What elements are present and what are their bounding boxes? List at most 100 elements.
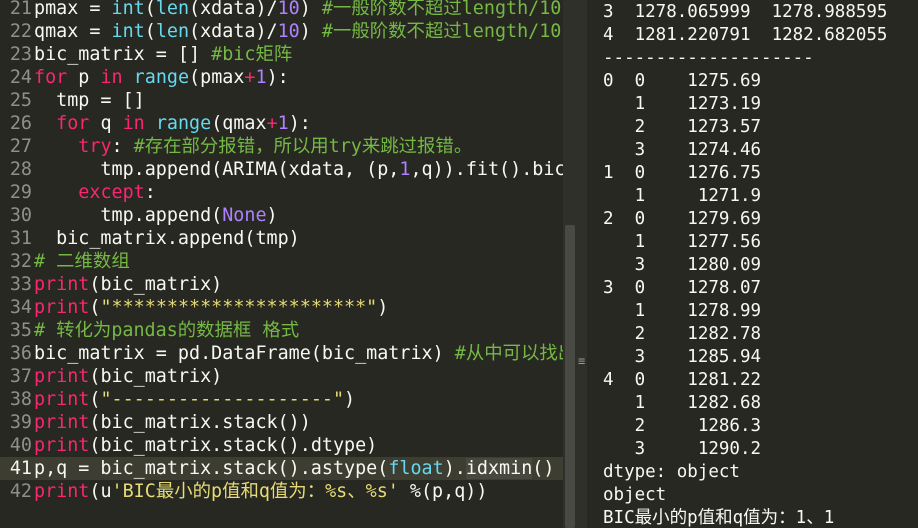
line-number: 26: [9, 113, 32, 134]
code-text[interactable]: print(bic_matrix.stack()): [34, 412, 311, 433]
splitter-grip-icon[interactable]: ≡: [578, 355, 585, 367]
code-line[interactable]: 24 for p in range(pmax+1):: [0, 66, 289, 89]
code-line[interactable]: 41 p,q = bic_matrix.stack().astype(float)…: [0, 457, 563, 480]
code-token: len: [155, 0, 190, 19]
code-text[interactable]: tmp.append(None): [34, 205, 277, 226]
code-text[interactable]: except:: [34, 182, 156, 203]
code-line[interactable]: 31 bic_matrix.append(tmp): [0, 227, 300, 250]
console-line: object: [603, 485, 667, 505]
code-token: +: [266, 113, 278, 134]
code-text[interactable]: # 二维数组: [34, 251, 130, 272]
code-line[interactable]: 35 # 转化为pandas的数据框 格式: [0, 319, 299, 342]
code-line[interactable]: 29 except:: [0, 181, 156, 204]
code-line[interactable]: 40 print(bic_matrix.stack().dtype): [0, 434, 377, 457]
code-text[interactable]: print("--------------------"): [34, 389, 355, 410]
code-line[interactable]: 27 try: #存在部分报错，所以用try来跳过报错。: [0, 135, 472, 158]
code-text[interactable]: print(bic_matrix): [34, 366, 222, 387]
code-token: (bic_matrix): [89, 366, 223, 387]
code-line[interactable]: 30 tmp.append(None): [0, 204, 278, 227]
code-token: (bic_matrix.stack()): [89, 412, 311, 433]
console-line: 2 1286.3: [603, 416, 762, 436]
code-token: :: [144, 182, 156, 203]
code-line[interactable]: 25 tmp = []: [0, 89, 145, 112]
code-token: print: [34, 435, 90, 456]
code-token: p: [67, 67, 101, 88]
editor-scrollbar[interactable]: [565, 225, 575, 528]
code-text[interactable]: try: #存在部分报错，所以用try来跳过报错。: [34, 136, 472, 157]
code-token: int: [111, 21, 145, 42]
code-text[interactable]: bic_matrix.append(tmp): [34, 228, 300, 249]
code-text[interactable]: qmax = int(len(xdata)/10) #一般阶数不超过length…: [34, 21, 561, 42]
code-line[interactable]: 38 print("--------------------"): [0, 388, 355, 411]
code-token: (: [89, 389, 101, 410]
code-text[interactable]: tmp = []: [34, 90, 145, 111]
code-line[interactable]: 21 pmax = int(len(xdata)/10) #一般阶数不超过leng…: [0, 0, 562, 20]
code-token: ):: [266, 67, 289, 88]
line-number: 22: [9, 21, 32, 42]
code-token: 1: [255, 67, 267, 88]
code-line[interactable]: 23 bic_matrix = [] #bic矩阵: [0, 43, 292, 66]
code-token: bic_matrix = []: [34, 44, 212, 65]
line-number: 27: [9, 136, 32, 157]
code-text[interactable]: print(bic_matrix.stack().dtype): [34, 435, 377, 456]
code-token: (: [144, 21, 156, 42]
code-line[interactable]: 32 # 二维数组: [0, 250, 130, 273]
console-line: 3 1290.2: [603, 439, 762, 459]
console-line: 1 1278.99: [603, 301, 762, 321]
code-line[interactable]: 26 for q in range(qmax+1):: [0, 112, 311, 135]
code-token: %(p,q)): [398, 481, 488, 502]
code-token: 10: [277, 21, 300, 42]
console-line: 3 1274.46: [603, 140, 762, 160]
console-line: 2 0 1279.69: [603, 209, 762, 229]
code-line[interactable]: 22 qmax = int(len(xdata)/10) #一般阶数不超过leng…: [0, 20, 562, 43]
console-line: 1 1271.9: [603, 186, 762, 206]
console-line: BIC最小的p值和q值为：1、1: [603, 508, 835, 528]
code-token: idxmin: [465, 458, 533, 479]
code-line[interactable]: 42 print(u'BIC最小的p值和q值为：%s、%s' %(p,q)): [0, 480, 488, 503]
code-editor[interactable]: 21 pmax = int(len(xdata)/10) #一般阶数不超过leng…: [0, 0, 563, 528]
line-number: 28: [9, 159, 32, 180]
line-number: 29: [9, 182, 32, 203]
code-text[interactable]: for q in range(qmax+1):: [34, 113, 311, 134]
line-number: 23: [9, 44, 32, 65]
code-line[interactable]: 37 print(bic_matrix): [0, 365, 222, 388]
code-token: (pmax: [189, 67, 245, 88]
code-text[interactable]: bic_matrix = pd.DataFrame(bic_matrix) #从…: [34, 343, 563, 364]
code-token: print: [34, 412, 90, 433]
console-line: 3 1278.065999 1278.988595: [603, 2, 888, 22]
console-line: 3 0 1278.07: [603, 278, 762, 298]
code-text[interactable]: pmax = int(len(xdata)/10) #一般阶数不超过length…: [34, 0, 561, 19]
code-text[interactable]: print(u'BIC最小的p值和q值为：%s、%s' %(p,q)): [34, 481, 487, 502]
code-text[interactable]: for p in range(pmax+1):: [34, 67, 289, 88]
code-token: int: [111, 0, 145, 19]
code-line[interactable]: 33 print(bic_matrix): [0, 273, 222, 296]
code-token: print: [34, 297, 90, 318]
console-line: 1 1273.19: [603, 94, 762, 114]
code-token: range: [133, 67, 190, 88]
code-text[interactable]: # 转化为pandas的数据框 格式: [34, 320, 299, 341]
code-token: (): [532, 458, 555, 479]
line-number: 39: [9, 412, 32, 433]
code-line[interactable]: 28 tmp.append(ARIMA(xdata, (p,1,q)).fit(…: [0, 158, 563, 181]
code-text[interactable]: print("***********************"): [34, 297, 388, 318]
code-line[interactable]: 34 print("***********************"): [0, 296, 389, 319]
code-token: (xdata)/: [189, 0, 278, 19]
code-line[interactable]: 36 bic_matrix = pd.DataFrame(bic_matrix) …: [0, 342, 563, 365]
line-number: 42: [9, 481, 32, 502]
code-comment: #一般阶数不超过length/10: [321, 21, 562, 42]
code-text[interactable]: bic_matrix = [] #bic矩阵: [34, 44, 292, 65]
code-token: pmax =: [34, 0, 112, 19]
code-token: ):: [288, 113, 311, 134]
code-token: print: [34, 481, 90, 502]
code-token: print: [34, 366, 90, 387]
code-text[interactable]: tmp.append(ARIMA(xdata, (p,1,q)).fit().b…: [34, 159, 563, 180]
line-number: 30: [9, 205, 32, 226]
code-token: (xdata)/: [189, 21, 278, 42]
code-line[interactable]: 39 print(bic_matrix.stack()): [0, 411, 311, 434]
code-text[interactable]: print(bic_matrix): [34, 274, 222, 295]
code-text[interactable]: p,q = bic_matrix.stack().astype(float).i…: [34, 458, 554, 479]
code-token: ): [299, 21, 322, 42]
code-token: ): [344, 389, 356, 410]
